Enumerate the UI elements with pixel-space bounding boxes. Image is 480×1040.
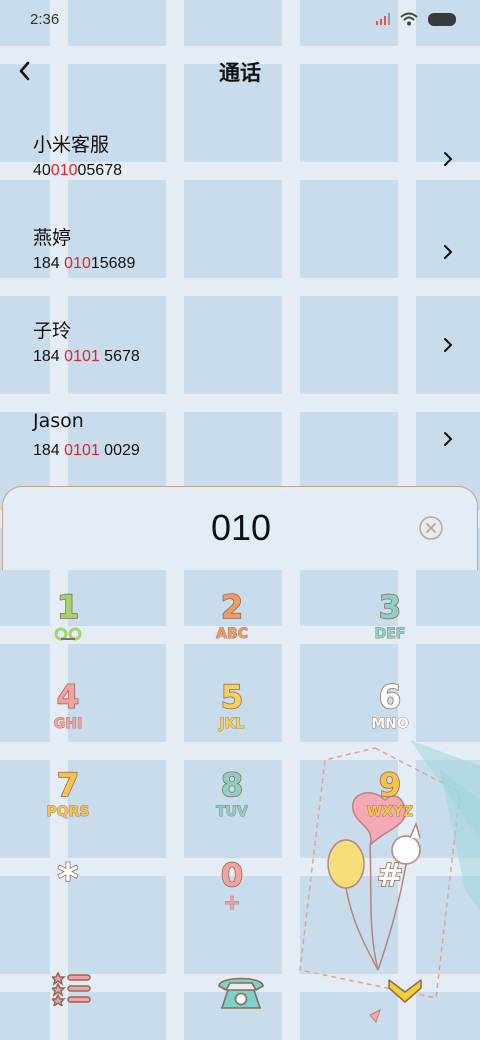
wifi-icon [400,12,418,26]
clear-input-icon[interactable] [418,515,444,541]
key-digit: 0 [220,855,244,895]
dial-key-3[interactable]: 3 DEF [330,587,450,678]
key-letters: ABC [216,626,249,643]
header: 通话 [0,48,480,92]
key-letters: TUV [216,804,249,821]
contact-item[interactable]: 燕婷 184 01015689 [0,223,480,303]
call-phone-icon[interactable] [216,972,266,1012]
dial-key-9[interactable]: 9 WXYZ [330,765,450,856]
contact-name: Jason [33,410,84,432]
contact-number: 184 01015689 [33,255,136,272]
key-letters: MNO [371,716,409,733]
chevron-right-icon [444,152,453,166]
contact-number: 184 0101 0029 [33,442,140,459]
contact-number: 184 0101 5678 [33,348,140,365]
dial-key-7[interactable]: 7 PQRS [8,765,128,856]
contact-item[interactable]: Jason 184 0101 0029 [0,410,480,490]
dial-key-1[interactable]: 1 [8,587,128,678]
voicemail-icon [54,627,82,641]
chevron-right-icon [444,245,453,259]
dial-key-0[interactable]: 0 + [172,855,292,946]
key-digit: 1 [56,587,80,627]
key-digit: 4 [56,677,80,717]
dial-key-2[interactable]: 2 ABC [172,587,292,678]
dial-input-panel: 010 [2,486,478,570]
key-letters: GHI [53,716,83,733]
key-digit: 5 [220,677,244,717]
status-time: 2:36 [30,11,60,28]
contact-name: 子玲 [33,320,72,342]
key-letters: DEF [374,626,406,643]
dial-key-6[interactable]: 6 MNO [330,677,450,768]
key-letters: WXYZ [366,804,414,821]
chevron-right-icon [444,338,453,352]
status-bar: 2:36 [0,0,480,40]
dial-key-4[interactable]: 4 GHI [8,677,128,768]
key-digit: 3 [378,587,402,627]
key-digit: 6 [378,677,402,717]
contact-item[interactable]: 子玲 184 0101 5678 [0,316,480,396]
battery-icon [428,12,456,26]
chevron-right-icon [444,432,453,446]
key-digit: # [376,855,404,895]
dial-number-display[interactable]: 010 [3,507,479,549]
status-icons [376,12,456,26]
contact-name: 燕婷 [33,227,72,249]
collapse-keypad-icon[interactable] [386,976,424,1006]
key-digit: 8 [220,765,244,805]
key-digit: * [57,855,79,903]
contact-number: 4001005678 [33,162,122,179]
contact-item[interactable]: 小米客服 4001005678 [0,130,480,210]
key-letters: PQRS [46,804,90,821]
dial-key-star[interactable]: * [8,855,128,946]
page-title: 通话 [219,61,261,85]
contact-name: 小米客服 [33,134,110,156]
key-digit: 7 [56,765,80,805]
key-letters: + [223,890,241,915]
key-letters: JKL [219,716,245,733]
menu-list-icon[interactable] [52,970,92,1006]
key-digit: 2 [220,587,244,627]
dial-key-5[interactable]: 5 JKL [172,677,292,768]
key-digit: 9 [378,765,402,805]
dial-key-8[interactable]: 8 TUV [172,765,292,856]
signal-icon [376,13,390,25]
dial-key-hash[interactable]: # [330,855,450,946]
